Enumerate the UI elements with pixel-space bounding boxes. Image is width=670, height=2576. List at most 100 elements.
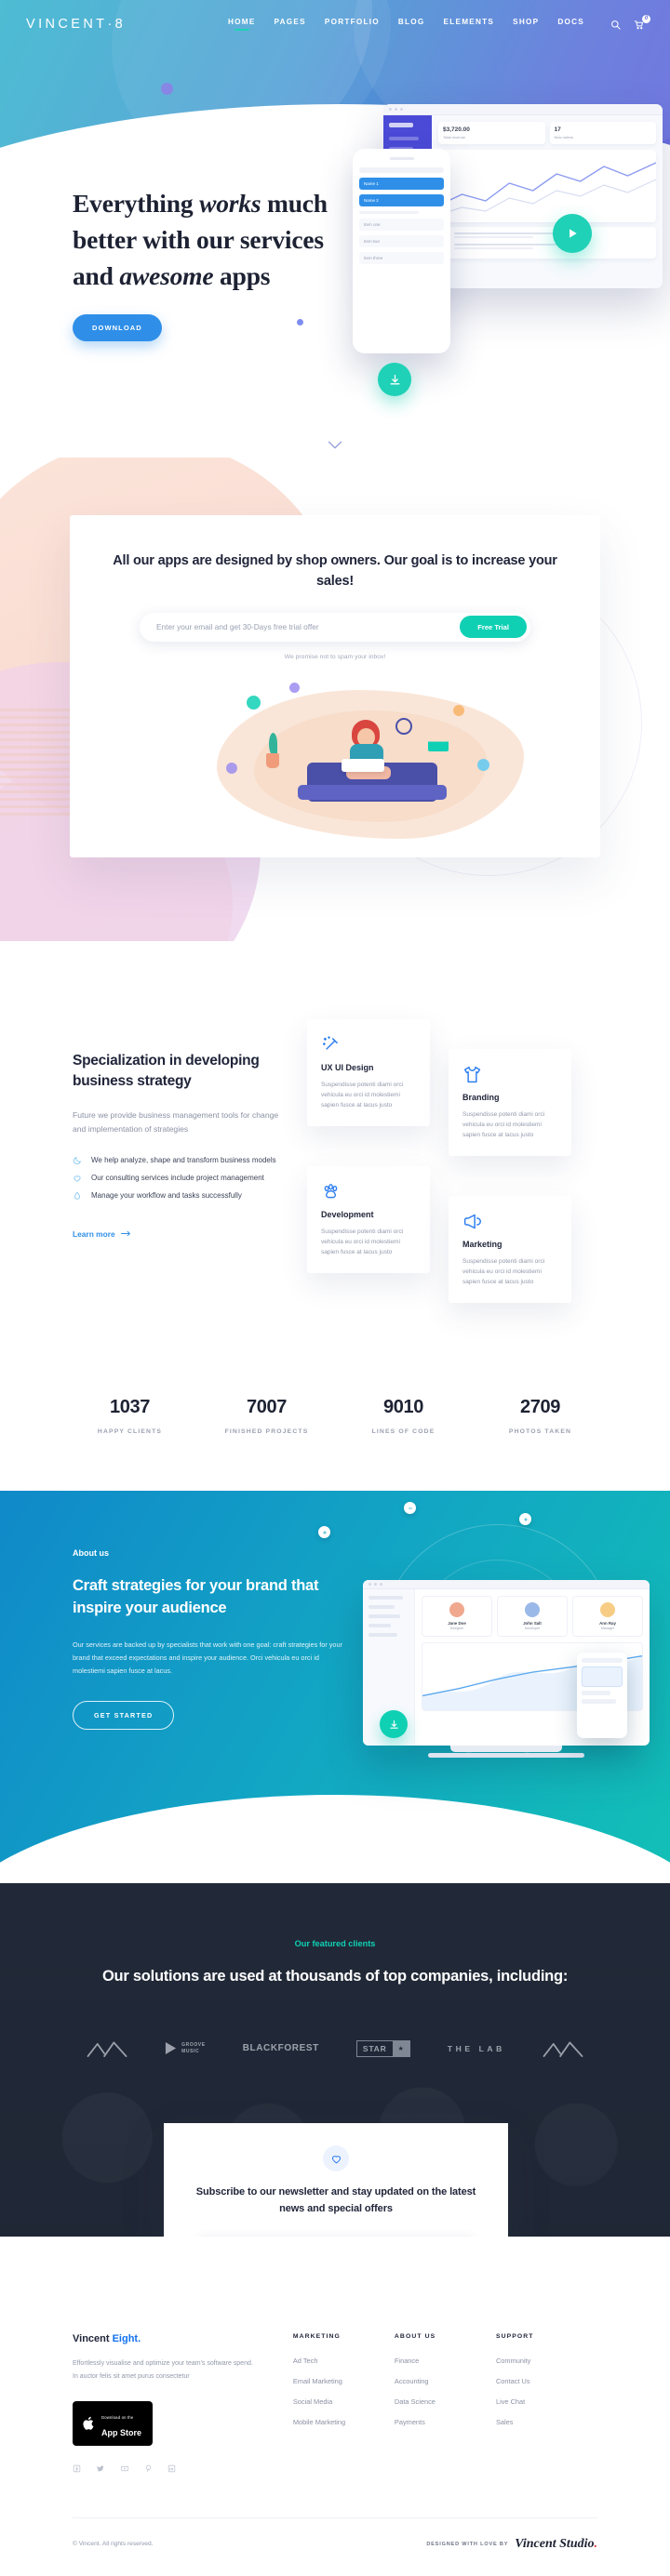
clients-heading: Our solutions are used at thousands of t… — [101, 1968, 569, 1985]
laptop-kpi-card: $3,720.00 Total revenue — [438, 122, 545, 144]
search-icon[interactable] — [610, 20, 621, 30]
the-lab-logo[interactable]: THE LAB — [448, 2044, 505, 2053]
app-store-large: App Store — [101, 2427, 142, 2437]
stat-label: LINES OF CODE — [371, 1428, 436, 1435]
footer-link[interactable]: Finance — [395, 2357, 496, 2365]
cart-icon[interactable]: 0 — [634, 14, 650, 30]
stat-happy-clients: 1037 HAPPY CLIENTS — [61, 1397, 198, 1435]
illustration-plant — [263, 731, 282, 768]
footer-link[interactable]: Community — [496, 2357, 597, 2365]
footer-link[interactable]: Sales — [496, 2418, 597, 2426]
studio-logo[interactable]: Vincent Studio. — [515, 2537, 597, 2552]
download-button[interactable]: DOWNLOAD — [73, 314, 162, 342]
specialization-title: Specialization in developing business st… — [73, 1053, 260, 1089]
avatar — [525, 1602, 540, 1617]
bullet-text: We help analyze, shape and transform bus… — [91, 1156, 276, 1165]
free-trial-button[interactable]: Free Trial — [460, 616, 527, 639]
service-cards: UX UI Design Suspendisse potenti diami o… — [307, 1010, 597, 1308]
paw-icon — [321, 1181, 416, 1202]
hero-title-part-1: Everything — [73, 189, 200, 218]
designed-by: DESIGNED WITH LOVE BY Vincent Studio. — [426, 2537, 597, 2552]
laptop-sidebar-row — [389, 137, 419, 140]
stat-number: 2709 — [520, 1397, 560, 1417]
sidebar-row — [368, 1605, 395, 1609]
groove-music-logo[interactable]: GROOVE MUSIC — [165, 2041, 206, 2055]
about-download-button[interactable] — [380, 1710, 408, 1738]
arrow-right-icon — [120, 1229, 131, 1239]
service-card-marketing[interactable]: Marketing Suspendisse potenti diami orci… — [449, 1196, 571, 1303]
footer-column-title: SUPPORT — [495, 2333, 534, 2340]
footer-logo-part-2: Eight. — [112, 2333, 141, 2344]
get-started-button[interactable]: GET STARTED — [73, 1701, 175, 1731]
site-footer: Vincent Eight. Effortlessly visualise an… — [0, 2237, 670, 2576]
footer-logo[interactable]: Vincent Eight. — [73, 2333, 293, 2344]
footer-link[interactable]: Email Marketing — [293, 2377, 395, 2385]
laptop-sidebar-logo — [389, 123, 413, 127]
specialization-section: Specialization in developing business st… — [0, 941, 670, 1365]
laptop-kpi-label: Total revenue — [443, 135, 466, 139]
service-card-ux-ui-design[interactable]: UX UI Design Suspendisse potenti diami o… — [307, 1019, 430, 1126]
blackforest-logo[interactable]: BLACKFOREST — [243, 2043, 319, 2053]
nav-item-pages[interactable]: PAGES — [275, 18, 306, 31]
download-circle-button[interactable] — [378, 363, 411, 396]
star-logo[interactable]: STAR ★ — [355, 2039, 410, 2057]
about-bottom-wave — [0, 1795, 670, 1883]
mountain-logo[interactable] — [87, 2039, 127, 2058]
nav-item-home[interactable]: HOME — [228, 18, 256, 31]
facebook-icon[interactable] — [73, 2464, 81, 2473]
about-paragraph: Our services are backed up by specialist… — [73, 1640, 342, 1675]
laptop-kpi-card: 17 New orders — [549, 122, 656, 144]
footer-link[interactable]: Payments — [395, 2418, 496, 2426]
mountain-logo-2[interactable] — [543, 2039, 583, 2058]
bullet-text: Manage your workflow and tasks successfu… — [91, 1191, 242, 1201]
footer-link[interactable]: Accounting — [395, 2377, 496, 2385]
learn-more-link[interactable]: Learn more — [73, 1229, 131, 1239]
stat-label: PHOTOS TAKEN — [508, 1428, 572, 1435]
service-card-development[interactable]: Development Suspendisse potenti diami or… — [307, 1166, 430, 1273]
trial-card: All our apps are designed by shop owners… — [70, 515, 600, 857]
play-video-button[interactable] — [553, 214, 592, 253]
phone-notch — [389, 157, 414, 160]
pinterest-icon[interactable] — [144, 2464, 153, 2473]
illustration-laptop — [342, 758, 384, 772]
nav-item-shop[interactable]: SHOP — [513, 18, 539, 31]
sidebar-row — [368, 1596, 403, 1600]
nav-item-portfolio[interactable]: PORTFOLIO — [325, 18, 380, 31]
footer-link[interactable]: Contact Us — [496, 2377, 597, 2385]
featured-clients-section: Our featured clients Our solutions are u… — [0, 1883, 670, 2237]
footer-link[interactable]: Live Chat — [496, 2397, 597, 2406]
illustration-badge — [289, 682, 300, 693]
trial-illustration — [107, 673, 563, 845]
window-dot — [368, 1583, 371, 1586]
service-card-text: Suspendisse potenti diami orci vehicula … — [321, 1082, 404, 1109]
studio-name: Vincent Studio — [515, 2536, 595, 2551]
heart-icon — [73, 1174, 82, 1183]
sidebar-row — [368, 1614, 400, 1618]
footer-link[interactable]: Data Science — [395, 2397, 496, 2406]
footer-link[interactable]: Social Media — [293, 2397, 395, 2406]
twitter-icon[interactable] — [96, 2464, 105, 2473]
nav-item-docs[interactable]: DOCS — [557, 18, 584, 31]
scroll-down-indicator[interactable] — [328, 437, 342, 454]
youtube-icon[interactable] — [120, 2464, 129, 2473]
service-card-text: Suspendisse potenti diami orci vehicula … — [462, 1258, 545, 1286]
stat-number: 7007 — [247, 1397, 287, 1417]
service-card-branding[interactable]: Branding Suspendisse potenti diami orci … — [449, 1049, 571, 1156]
nav-item-elements[interactable]: ELEMENTS — [444, 18, 495, 31]
linkedin-icon[interactable] — [168, 2464, 176, 2473]
person-name: Ann Ray — [599, 1621, 616, 1626]
avatar — [600, 1602, 615, 1617]
laptop-kpi-cards: $3,720.00 Total revenue 17 New orders — [438, 122, 656, 144]
stat-photos-taken: 2709 PHOTOS TAKEN — [472, 1397, 609, 1435]
person-role: Designer — [449, 1627, 464, 1630]
nav-item-blog[interactable]: BLOG — [398, 18, 425, 31]
plant-pot — [266, 752, 279, 768]
trial-email-input[interactable] — [156, 622, 461, 632]
monitor-titlebar — [363, 1580, 650, 1589]
phone-list-item: Item three — [359, 252, 444, 264]
app-store-badge[interactable]: Download on the App Store — [73, 2400, 154, 2446]
footer-link[interactable]: Mobile Marketing — [293, 2418, 395, 2426]
site-logo[interactable]: VINCENT·8 — [26, 17, 126, 32]
illustration-clock — [395, 717, 412, 735]
footer-link[interactable]: Ad Tech — [293, 2357, 395, 2365]
